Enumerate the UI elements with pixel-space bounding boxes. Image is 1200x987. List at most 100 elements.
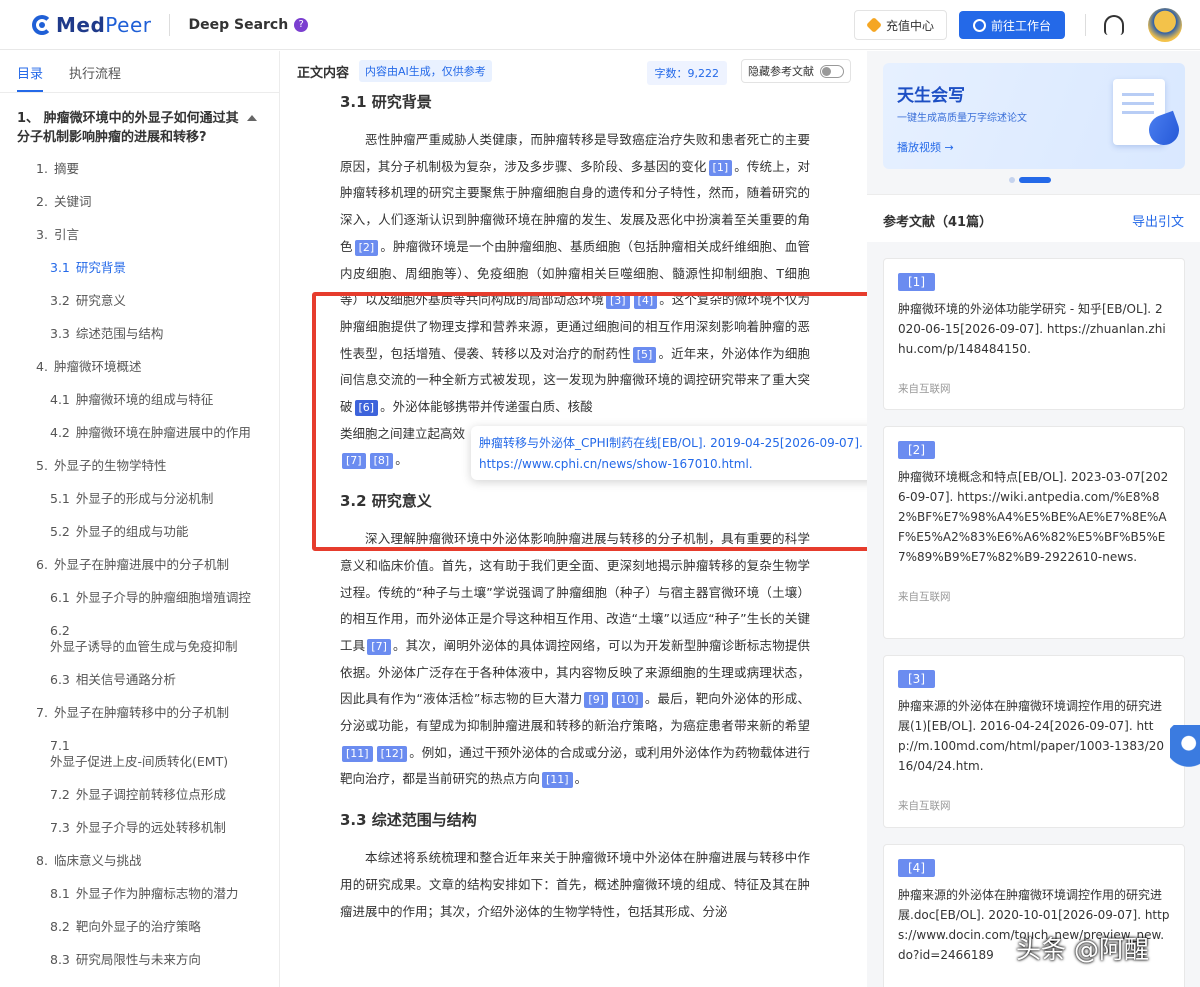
toc-list: 1. 摘要 2. 关键词 3. 引言 3.1 研究背景 3.2 研究意义 3.3 综述范围与… [0, 147, 279, 977]
toc-panel: 目录 执行流程 1、 肿瘤微环境中的外显子如何通过其分子机制影响肿瘤的进展和转移… [0, 51, 280, 987]
headset-icon[interactable] [1104, 15, 1124, 35]
toc-item-clinical[interactable]: 8. 临床意义与挑战 [0, 845, 279, 878]
carousel-dots [1009, 177, 1055, 183]
citation-link[interactable]: [11] [342, 745, 373, 762]
citation-link[interactable]: [8] [369, 453, 394, 470]
toc-item-num: 8. [36, 853, 48, 868]
citation-link[interactable]: [5] [632, 346, 657, 363]
top-header: MedPeer Deep Search ? 充值中心 前往工作台 [0, 0, 1200, 50]
reference-card[interactable]: [2] 肿瘤微环境概念和特点[EB/OL]. 2023-03-07[2026-0… [883, 426, 1185, 639]
toc-item-exosome-formation[interactable]: 5.1 外显子的形成与分泌机制 [0, 483, 279, 516]
citation-link[interactable]: [7] [367, 638, 391, 655]
reference-source: 来自互联网 [898, 383, 951, 395]
carousel-dot-active[interactable] [1019, 177, 1051, 183]
logo-icon [32, 14, 52, 35]
help-icon[interactable]: ? [294, 17, 309, 32]
toc-item-label: 研究意义 [75, 293, 126, 308]
tab-execution-flow[interactable]: 执行流程 [69, 63, 121, 92]
toc-item-label: 外显子调控前转移位点形成 [75, 787, 226, 802]
citation-link[interactable]: [11] [542, 772, 573, 789]
reference-card[interactable]: [1] 肿瘤微环境的外泌体功能学研究 - 知乎[EB/OL]. 2020-06-… [883, 258, 1185, 410]
workbench-button[interactable]: 前往工作台 [958, 11, 1065, 39]
export-citations-button[interactable]: 导出引文 [1132, 211, 1184, 230]
toc-item-premetastatic-niche[interactable]: 7.2 外显子调控前转移位点形成 [0, 779, 279, 812]
medpeer-logo[interactable]: MedPeer [32, 13, 151, 37]
toc-item-tme-composition[interactable]: 4.1 肿瘤微环境的组成与特征 [0, 384, 279, 417]
toc-item-keywords[interactable]: 2. 关键词 [0, 186, 279, 219]
toc-item-proliferation[interactable]: 6.1 外显子介导的肿瘤细胞增殖调控 [0, 582, 279, 615]
paragraph-significance: 深入理解肿瘤微环境中外泌体影响肿瘤进展与转移的分子机制，具有重要的科学意义和临床… [340, 526, 810, 793]
play-video-link[interactable]: 播放视频 → [897, 139, 954, 155]
banner-title: 天生会写 [897, 86, 965, 106]
toc-item-research-background[interactable]: 3.1 研究背景 [0, 252, 279, 285]
assistant-mascot-icon[interactable] [1170, 725, 1200, 777]
toc-item-angiogenesis[interactable]: 6.2外显子诱导的血管生成与免疫抑制 [0, 615, 279, 664]
toc-item-limitations[interactable]: 8.3 研究局限性与未来方向 [0, 944, 279, 977]
toc-question[interactable]: 1、 肿瘤微环境中的外显子如何通过其分子机制影响肿瘤的进展和转移? [0, 93, 279, 147]
toc-item-label: 关键词 [53, 194, 92, 209]
citation-link[interactable]: [12] [376, 745, 408, 762]
toc-item-num: 5.2 [50, 524, 70, 539]
toc-item-num: 3.3 [50, 326, 70, 341]
toc-item-metastasis-mechanism[interactable]: 7. 外显子在肿瘤转移中的分子机制 [0, 697, 279, 730]
toggle-switch[interactable] [820, 64, 844, 78]
hide-references-label: 隐藏参考文献 [748, 65, 814, 78]
toc-item-tme-role[interactable]: 4.2 肿瘤微环境在肿瘤进展中的作用 [0, 417, 279, 450]
citation-link[interactable]: [6] [354, 400, 379, 417]
recharge-button[interactable]: 充值中心 [853, 10, 947, 40]
toc-item-exosome-function[interactable]: 5.2 外显子的组成与功能 [0, 516, 279, 549]
toc-item-introduction[interactable]: 3. 引言 [0, 219, 279, 252]
toc-item-abstract[interactable]: 1. 摘要 [0, 153, 279, 186]
avatar[interactable] [1148, 8, 1182, 42]
paragraph-background: 恶性肿瘤严重威胁人类健康，而肿瘤转移是导致癌症治疗失败和患者死亡的主要原因，其分… [340, 127, 810, 474]
section-heading-3-2: 3.2 研究意义 [340, 492, 432, 511]
toc-item-num: 7.3 [50, 820, 70, 835]
citation-tooltip[interactable]: 肿瘤转移与外泌体_CPHI制药在线[EB/OL]. 2019-04-25[202… [471, 426, 867, 480]
citation-link[interactable]: [10] [612, 692, 643, 709]
watermark-text: 头条 @阿醒 [1016, 935, 1149, 964]
reference-text: 肿瘤微环境概念和特点[EB/OL]. 2023-03-07[2026-09-07… [898, 470, 1169, 564]
references-title: 参考文献（41篇） [883, 215, 993, 230]
toc-item-label: 肿瘤微环境的组成与特征 [75, 392, 214, 407]
toc-item-num: 6.2 [50, 623, 70, 638]
toc-item-review-scope[interactable]: 3.3 综述范围与结构 [0, 318, 279, 351]
toc-item-research-significance[interactable]: 3.2 研究意义 [0, 285, 279, 318]
hide-references-toggle[interactable]: 隐藏参考文献 [741, 59, 851, 83]
text-span: 。外泌体能够携带并传递蛋白质、核酸 [380, 399, 593, 415]
toc-tabs: 目录 执行流程 [0, 51, 279, 93]
reference-card[interactable]: [3] 肿瘤来源的外泌体在肿瘤微环境调控作用的研究进展(1)[EB/OL]. 2… [883, 655, 1185, 828]
toc-item-label: 临床意义与挑战 [53, 853, 142, 868]
citation-link[interactable]: [4] [633, 293, 658, 310]
tab-toc[interactable]: 目录 [17, 63, 44, 92]
toc-item-num: 5. [36, 458, 48, 473]
tooltip-title[interactable]: 肿瘤转移与外泌体_CPHI制药在线[EB/OL]. 2019-04-25[202… [479, 433, 867, 454]
workbench-label: 前往工作台 [990, 18, 1051, 33]
toc-item-emt[interactable]: 7.1外显子促进上皮-间质转化(EMT) [0, 730, 279, 779]
toc-item-num: 3.2 [50, 293, 70, 308]
text-span: 深入理解肿瘤微环境中外泌体影响肿瘤进展与转移的分子机制，具有重要的科学意义和临床… [340, 531, 810, 653]
carousel-dot[interactable] [1009, 177, 1015, 183]
promo-banner[interactable]: 天生会写 一键生成高质量万字综述论文 播放视频 → [883, 63, 1185, 169]
toc-item-signaling[interactable]: 6.3 相关信号通路分析 [0, 664, 279, 697]
tooltip-url[interactable]: https://www.cphi.cn/news/show-167010.htm… [479, 454, 867, 475]
toc-item-num: 4.1 [50, 392, 70, 407]
header-divider [169, 13, 171, 36]
reference-text: 肿瘤来源的外泌体在肿瘤微环境调控作用的研究进展(1)[EB/OL]. 2016-… [898, 699, 1164, 773]
citation-link[interactable]: [7] [342, 453, 366, 470]
toc-item-distant-metastasis[interactable]: 7.3 外显子介导的远处转移机制 [0, 812, 279, 845]
toc-item-exosome-biology[interactable]: 5. 外显子的生物学特性 [0, 450, 279, 483]
collapse-caret-icon[interactable] [247, 115, 257, 121]
toc-item-num: 7.2 [50, 787, 70, 802]
toc-item-biomarker[interactable]: 8.1 外显子作为肿瘤标志物的潜力 [0, 878, 279, 911]
toc-item-tme-overview[interactable]: 4. 肿瘤微环境概述 [0, 351, 279, 384]
citation-link[interactable]: [2] [354, 239, 379, 256]
citation-link[interactable]: [1] [708, 159, 733, 176]
toc-item-progression-mechanism[interactable]: 6. 外显子在肿瘤进展中的分子机制 [0, 549, 279, 582]
toc-item-num: 4. [36, 359, 48, 374]
citation-link[interactable]: [9] [584, 692, 608, 709]
toc-item-label: 外显子促进上皮-间质转化(EMT) [50, 754, 229, 769]
toc-item-label: 肿瘤微环境概述 [53, 359, 142, 374]
citation-link[interactable]: [3] [605, 293, 630, 310]
toc-item-therapy[interactable]: 8.2 靶向外显子的治疗策略 [0, 911, 279, 944]
toc-item-label: 肿瘤微环境在肿瘤进展中的作用 [75, 425, 251, 440]
